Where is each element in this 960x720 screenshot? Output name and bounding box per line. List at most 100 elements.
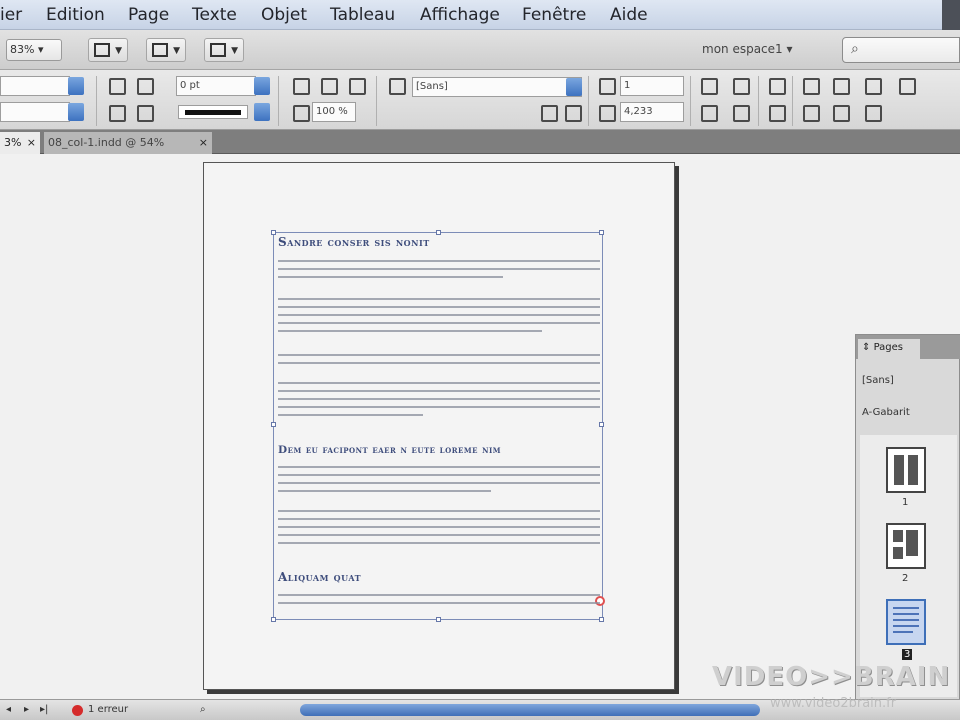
page-thumbnail-2[interactable] <box>886 523 926 569</box>
y-position-field[interactable] <box>0 102 70 122</box>
justify-vertical-icon[interactable] <box>730 103 750 122</box>
next-page-icon[interactable]: ▸| <box>40 704 48 715</box>
zoom-select[interactable]: 83% ▾ <box>6 39 62 61</box>
tab-document-08-col[interactable]: 08_col-1.indd @ 54% × <box>44 132 212 154</box>
horizontal-scrollbar[interactable] <box>300 704 760 716</box>
tab-label: 08_col-1.indd @ 54% <box>48 136 165 149</box>
page-number: 2 <box>902 573 909 584</box>
arrange-icon <box>210 43 226 57</box>
stroke-weight-field[interactable]: 0 pt <box>176 76 256 96</box>
distribute-right-icon[interactable] <box>862 103 882 122</box>
window-control-stub[interactable] <box>942 0 960 30</box>
body-paragraph[interactable] <box>278 354 600 370</box>
stroke-swatch[interactable] <box>178 105 248 119</box>
flip-icon[interactable] <box>106 103 126 122</box>
menu-texte[interactable]: Texte <box>192 5 237 25</box>
menu-page[interactable]: Page <box>128 5 169 25</box>
document-heading-2[interactable]: Dem eu facipont eaer n eute loreme nim <box>278 444 501 456</box>
search-input[interactable]: ⌕ <box>842 37 960 63</box>
drop-shadow-icon[interactable] <box>318 76 338 95</box>
view-options-button[interactable]: ▼ <box>88 38 128 62</box>
menu-fichier[interactable]: ier <box>0 5 22 25</box>
object-style-select[interactable]: [Sans] <box>412 77 582 97</box>
spacing-field[interactable]: 1 <box>620 76 684 96</box>
span-columns-icon[interactable] <box>766 103 786 122</box>
frame-handle[interactable] <box>599 230 604 235</box>
arrange-documents-button[interactable]: ▼ <box>204 38 244 62</box>
thumb-block <box>893 547 903 559</box>
zoom-icon[interactable]: ⌕ <box>200 704 206 715</box>
scale-field[interactable]: 100 % <box>312 102 356 122</box>
prev-page-icon[interactable]: ▸ <box>24 704 29 715</box>
document-heading-3[interactable]: Aliquam quat <box>278 570 361 584</box>
frame-handle[interactable] <box>436 230 441 235</box>
menu-affichage[interactable]: Affichage <box>420 5 500 25</box>
text-line <box>278 526 600 528</box>
frame-icon <box>94 43 110 57</box>
menu-tableau[interactable]: Tableau <box>330 5 395 25</box>
align-h-center-icon[interactable] <box>830 76 850 95</box>
align-bottom-icon[interactable] <box>698 103 718 122</box>
frame-handle[interactable] <box>436 617 441 622</box>
align-left-edges-icon[interactable] <box>800 76 820 95</box>
distribute-center-icon[interactable] <box>830 103 850 122</box>
object-style-icon[interactable] <box>386 76 406 95</box>
master-none[interactable]: [Sans] <box>862 375 894 386</box>
page-thumbnail-1[interactable] <box>886 447 926 493</box>
first-page-icon[interactable]: ◂ <box>6 704 11 715</box>
close-icon[interactable]: × <box>27 136 36 149</box>
distribute-icon[interactable] <box>766 76 786 95</box>
indesign-window: ier Edition Page Texte Objet Tableau Aff… <box>0 0 960 720</box>
shear-icon[interactable] <box>134 103 154 122</box>
x-spinner[interactable] <box>68 77 84 95</box>
text-frame[interactable] <box>273 232 603 620</box>
columns-icon[interactable] <box>596 76 616 95</box>
divider <box>690 76 691 126</box>
body-paragraph[interactable] <box>278 382 600 422</box>
stroke-weight-spinner[interactable] <box>254 77 270 95</box>
thumb-line <box>893 619 919 621</box>
effects-icon[interactable] <box>346 76 366 95</box>
offset-field[interactable]: 4,233 <box>620 102 684 122</box>
align-top-edges-icon[interactable] <box>896 76 916 95</box>
master-a-gabarit[interactable]: A-Gabarit <box>862 407 910 418</box>
x-position-field[interactable] <box>0 76 70 96</box>
frame-handle[interactable] <box>271 422 276 427</box>
menu-edition[interactable]: Edition <box>46 5 105 25</box>
opacity-icon[interactable] <box>290 103 310 122</box>
fit-content-icon[interactable] <box>290 76 310 95</box>
body-paragraph[interactable] <box>278 510 600 550</box>
clear-overrides-icon[interactable] <box>538 103 558 122</box>
constrain-icon[interactable] <box>106 76 126 95</box>
stroke-type-spinner[interactable] <box>254 103 270 121</box>
error-status-text[interactable]: 1 erreur <box>88 704 128 715</box>
menu-fenetre[interactable]: Fenêtre <box>522 5 586 25</box>
body-paragraph[interactable] <box>278 260 600 284</box>
menu-objet[interactable]: Objet <box>261 5 307 25</box>
tab-pages[interactable]: ⇕ Pages <box>858 339 920 359</box>
thumb-block <box>894 455 904 485</box>
body-paragraph[interactable] <box>278 298 600 338</box>
screen-mode-button[interactable]: ▼ <box>146 38 186 62</box>
gutter-icon[interactable] <box>596 103 616 122</box>
menu-aide[interactable]: Aide <box>610 5 648 25</box>
frame-handle[interactable] <box>599 617 604 622</box>
document-heading-1[interactable]: Sandre conser sis nonit <box>278 235 430 249</box>
align-center-icon[interactable] <box>730 76 750 95</box>
frame-handle[interactable] <box>271 617 276 622</box>
align-right-edges-icon[interactable] <box>862 76 882 95</box>
distribute-left-icon[interactable] <box>800 103 820 122</box>
align-top-icon[interactable] <box>698 76 718 95</box>
body-paragraph[interactable] <box>278 594 600 610</box>
y-spinner[interactable] <box>68 103 84 121</box>
frame-handle[interactable] <box>271 230 276 235</box>
rotate-icon[interactable] <box>134 76 154 95</box>
close-icon[interactable]: × <box>199 136 208 149</box>
object-style-dropdown[interactable] <box>566 78 582 96</box>
tab-active-document[interactable]: 3% × <box>0 132 40 154</box>
page-thumbnail-3[interactable] <box>886 599 926 645</box>
workspace-switcher[interactable]: mon espace1 ▾ <box>690 39 830 61</box>
frame-handle[interactable] <box>599 422 604 427</box>
text-wrap-icon[interactable] <box>562 103 582 122</box>
body-paragraph[interactable] <box>278 466 600 498</box>
